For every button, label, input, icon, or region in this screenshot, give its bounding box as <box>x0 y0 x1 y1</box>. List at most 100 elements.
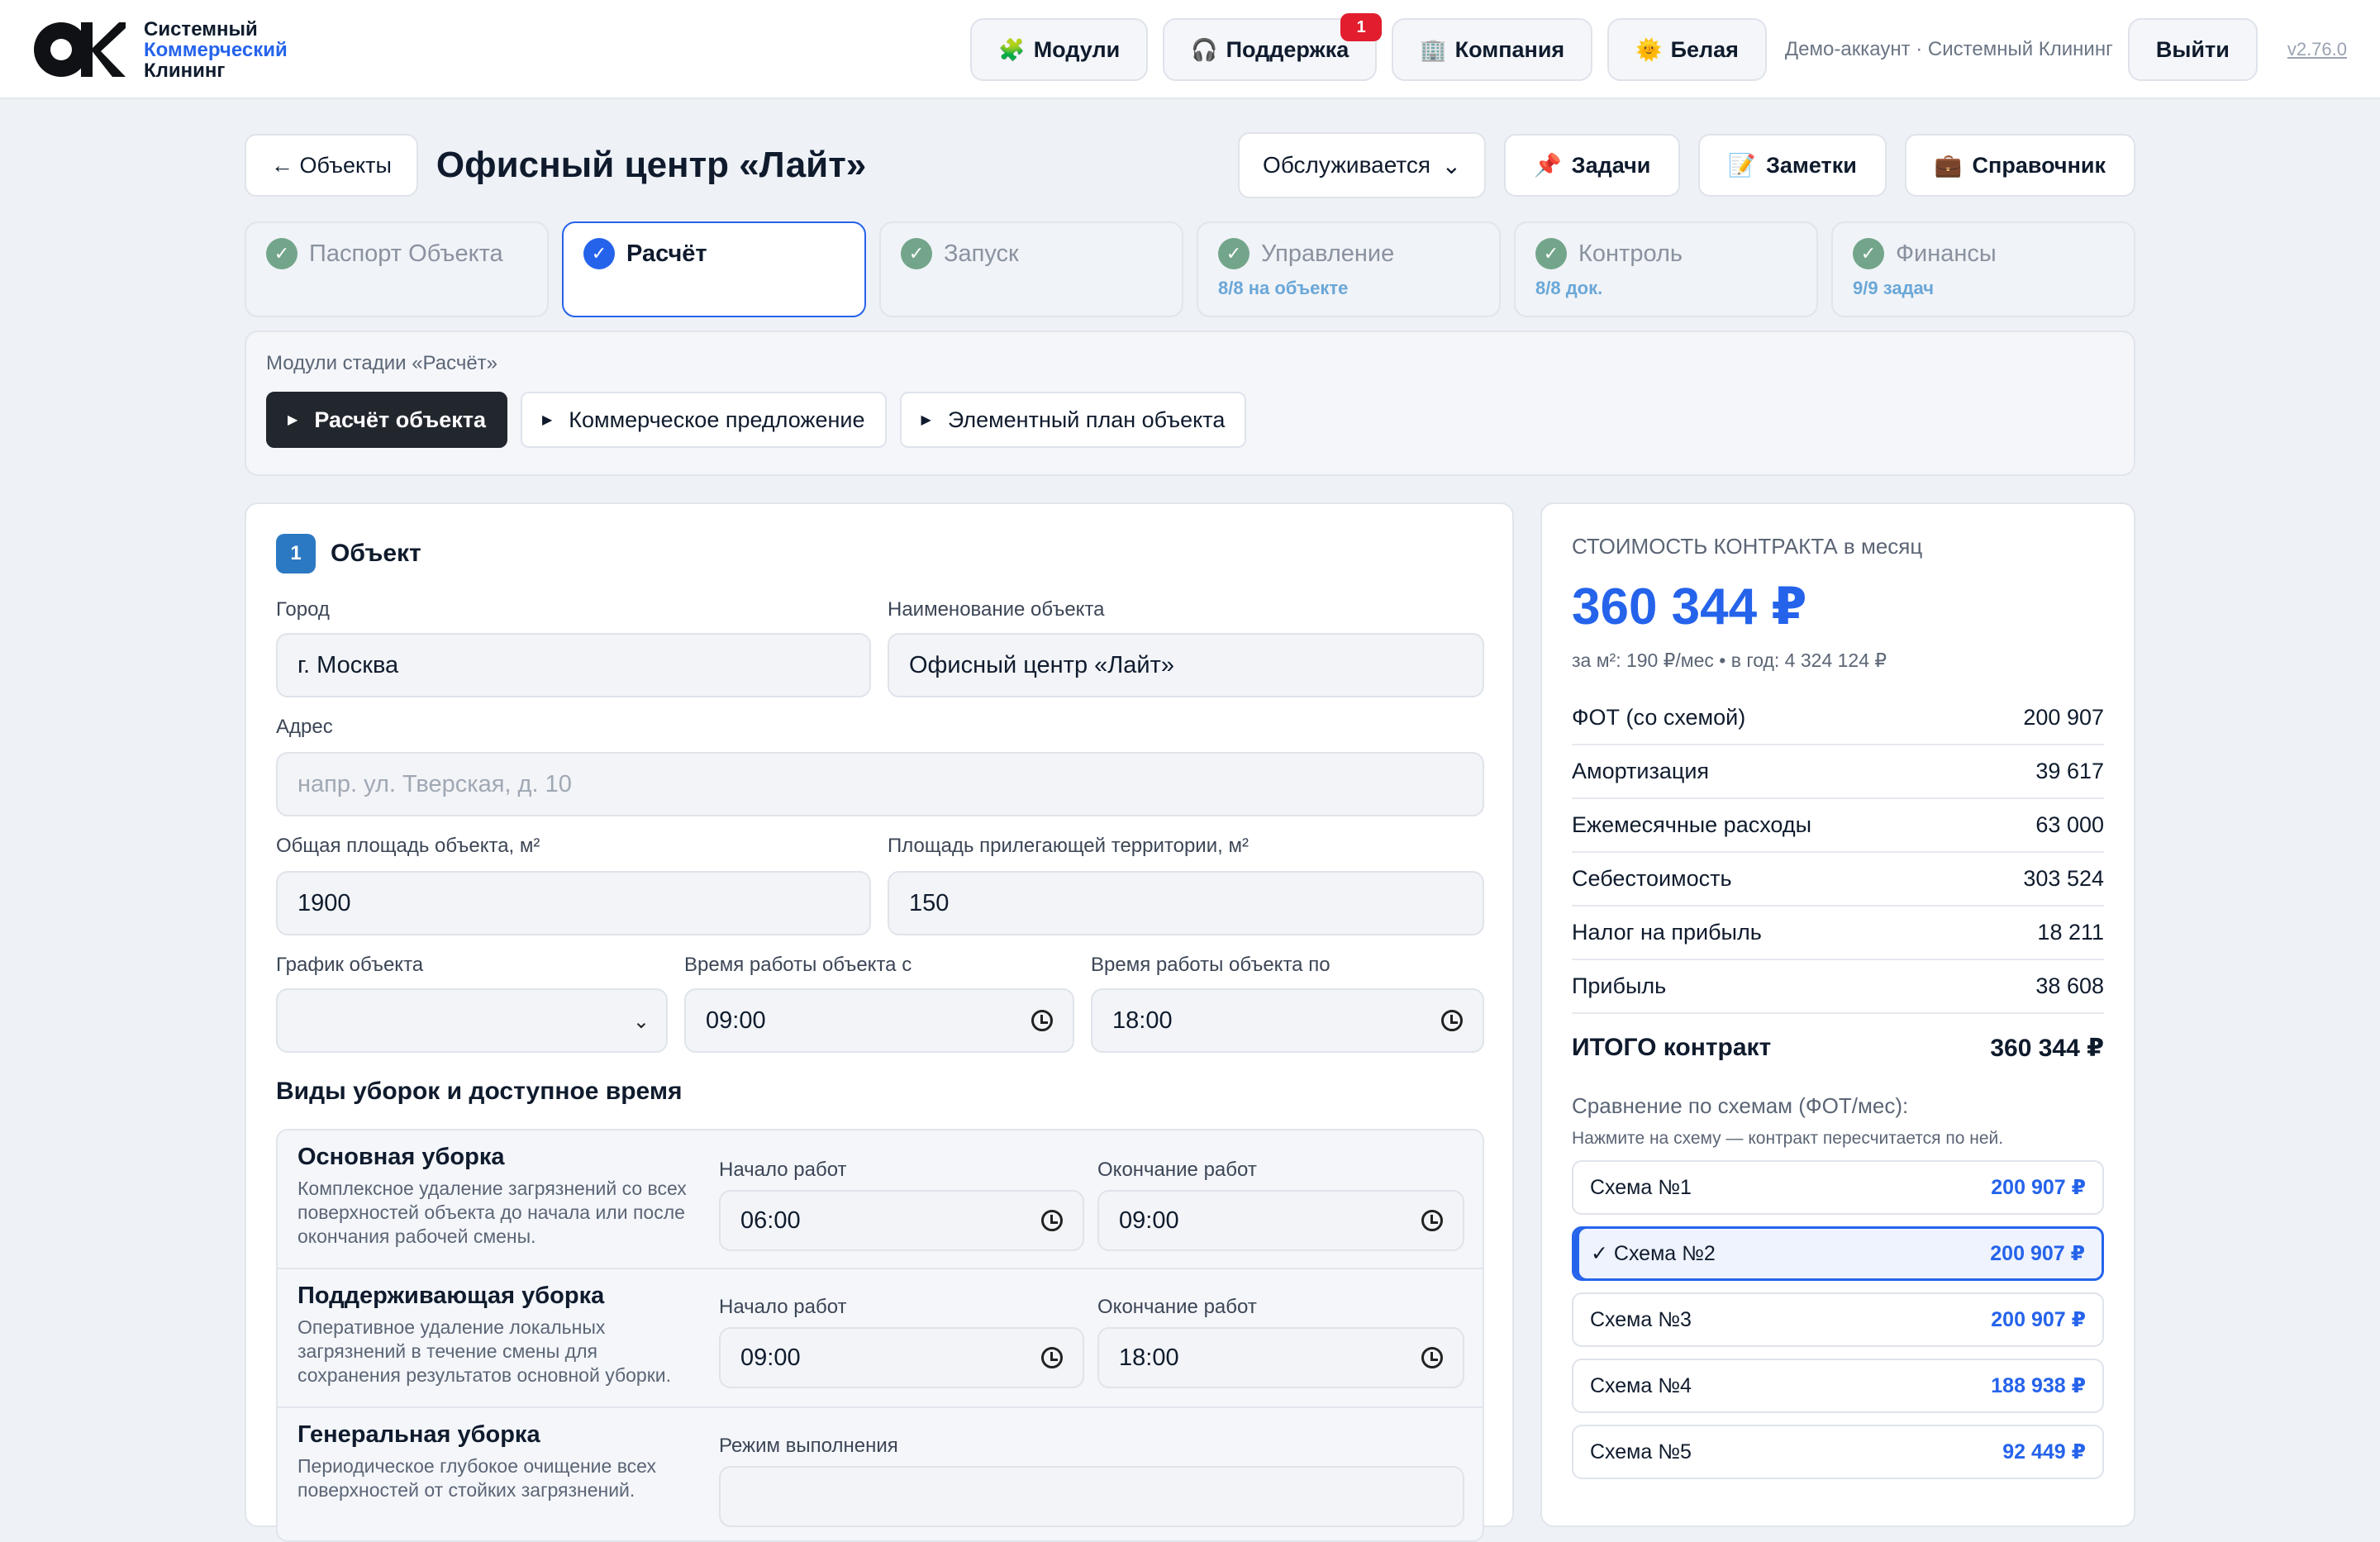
sun-icon: 🌞 <box>1635 36 1663 62</box>
clock-icon[interactable] <box>1041 1347 1063 1368</box>
page-title: Офисный центр «Лайт» <box>436 145 867 185</box>
check-icon: ✓ <box>1853 238 1884 269</box>
work-to-input[interactable]: 18:00 <box>1091 988 1484 1053</box>
mode-label: Режим выполнения <box>719 1435 898 1457</box>
scheme-option[interactable]: Схема №3 200 907 ₽ <box>1572 1292 2104 1347</box>
tasks-button[interactable]: 📌 Задачи <box>1504 134 1681 197</box>
logout-button[interactable]: Выйти <box>2127 18 2258 81</box>
account-name: Демо-аккаунт · Системный Клининг <box>1784 38 2113 60</box>
cost-label: Прибыль <box>1572 973 1667 998</box>
scheme-label: ✓ Схема №2 <box>1591 1242 1716 1265</box>
cleaning-description: Оперативное удаление локальных загрязнен… <box>298 1316 672 1386</box>
tab-management[interactable]: ✓ Управление 8/8 на объекте <box>1197 221 1501 317</box>
tab-calculation[interactable]: ✓ Расчёт <box>562 221 866 317</box>
tab-launch[interactable]: ✓ Запуск <box>879 221 1183 317</box>
start-time-value: 06:00 <box>740 1206 801 1234</box>
scheme-compare-hint: Нажмите на схему — контракт пересчитаетс… <box>1572 1129 2004 1148</box>
module-commercial-offer[interactable]: ▶ Коммерческое предложение <box>520 392 887 448</box>
module-label: Расчёт объекта <box>314 407 486 432</box>
play-icon: ▶ <box>921 413 931 427</box>
work-from-input[interactable]: 09:00 <box>684 988 1074 1053</box>
top-nav: 🧩 Модули 🎧 Поддержка 1 🏢 Компания 🌞 Бела… <box>955 13 2347 81</box>
start-time-input[interactable]: 06:00 <box>719 1190 1084 1251</box>
section-number: 1 <box>276 534 316 573</box>
version-link[interactable]: v2.76.0 <box>2287 39 2347 60</box>
tab-passport[interactable]: ✓ Паспорт Объекта <box>245 221 549 317</box>
clock-icon[interactable] <box>1421 1210 1443 1231</box>
tab-label: Расчёт <box>626 240 707 267</box>
cleaning-row-general: Генеральная уборка Периодическое глубоко… <box>278 1408 1483 1540</box>
section-title: Объект <box>331 540 421 567</box>
section-header: 1 Объект <box>276 534 1483 573</box>
puzzle-icon: 🧩 <box>998 36 1026 62</box>
cost-row: ФОТ (со схемой) 200 907 <box>1572 692 2104 745</box>
brand-line-2: Коммерческий <box>144 38 288 61</box>
scheme-label: Схема №3 <box>1590 1307 1692 1331</box>
company-button-label: Компания <box>1454 36 1565 62</box>
support-button-label: Поддержка <box>1226 36 1349 62</box>
schedule-select[interactable]: ⌄ <box>276 988 668 1053</box>
clock-icon[interactable] <box>1441 1010 1463 1031</box>
territory-input[interactable]: 150 <box>888 871 1484 935</box>
contract-monthly-total: 360 344 ₽ <box>1572 578 1807 635</box>
scheme-list: Схема №1 200 907 ₽ ✓ Схема №2 200 907 ₽ … <box>1572 1160 2104 1479</box>
company-button[interactable]: 🏢 Компания <box>1392 18 1593 81</box>
scheme-value: 200 907 ₽ <box>1990 1242 2085 1265</box>
brand-name: Системный Коммерческий Клининг <box>144 19 288 81</box>
module-object-calculation[interactable]: ▶ Расчёт объекта <box>266 392 507 448</box>
tab-label: Запуск <box>944 240 1019 267</box>
end-time-input[interactable]: 18:00 <box>1097 1327 1464 1388</box>
status-select-value: Обслуживается <box>1263 152 1431 178</box>
back-to-objects-button[interactable]: ← Объекты <box>245 134 418 197</box>
address-input[interactable]: напр. ул. Тверская, д. 10 <box>276 752 1484 816</box>
module-element-plan[interactable]: ▶ Элементный план объекта <box>899 392 1247 448</box>
clock-icon[interactable] <box>1041 1210 1063 1231</box>
tab-label: Паспорт Объекта <box>309 240 503 267</box>
cleaning-description: Периодическое глубокое очищение всех пов… <box>298 1455 656 1501</box>
contract-summary-card: СТОИМОСТЬ КОНТРАКТА в месяц 360 344 ₽ за… <box>1540 502 2135 1527</box>
object-name-input[interactable]: Офисный центр «Лайт» <box>888 633 1484 697</box>
mode-select[interactable] <box>719 1466 1464 1527</box>
reference-button[interactable]: 💼 Справочник <box>1904 134 2135 197</box>
cost-row: Амортизация 39 617 <box>1572 745 2104 799</box>
theme-button[interactable]: 🌞 Белая <box>1607 18 1767 81</box>
area-input[interactable]: 1900 <box>276 871 871 935</box>
support-button[interactable]: 🎧 Поддержка 1 <box>1163 13 1383 81</box>
module-label: Элементный план объекта <box>947 407 1226 432</box>
status-select[interactable]: Обслуживается ⌄ <box>1238 132 1487 198</box>
clock-icon[interactable] <box>1421 1347 1443 1368</box>
reference-button-label: Справочник <box>1972 152 2106 178</box>
logo-icon <box>34 22 126 77</box>
brand-logo[interactable]: Системный Коммерческий Клининг <box>33 19 288 81</box>
start-label: Начало работ <box>719 1159 847 1181</box>
scheme-option[interactable]: Схема №5 92 449 ₽ <box>1572 1425 2104 1479</box>
scheme-option[interactable]: Схема №1 200 907 ₽ <box>1572 1160 2104 1215</box>
check-icon: ✓ <box>1218 238 1250 269</box>
chevron-down-icon: ⌄ <box>1441 152 1462 178</box>
territory-label: Площадь прилегающей территории, м² <box>888 835 1249 857</box>
cost-row: Налог на прибыль 18 211 <box>1572 907 2104 960</box>
tab-control[interactable]: ✓ Контроль 8/8 док. <box>1514 221 1818 317</box>
city-input[interactable]: г. Москва <box>276 633 871 697</box>
clock-icon[interactable] <box>1031 1010 1053 1031</box>
chevron-down-icon: ⌄ <box>632 1011 650 1033</box>
start-label: Начало работ <box>719 1296 847 1318</box>
tab-progress: 9/9 задач <box>1853 278 1935 298</box>
scheme-option[interactable]: Схема №4 188 938 ₽ <box>1572 1359 2104 1413</box>
notes-button[interactable]: 📝 Заметки <box>1698 134 1887 197</box>
scheme-option-selected[interactable]: ✓ Схема №2 200 907 ₽ <box>1572 1226 2104 1281</box>
cost-value: 63 000 <box>2035 812 2104 837</box>
scheme-value: 92 449 ₽ <box>2002 1440 2086 1463</box>
support-badge: 1 <box>1340 13 1383 41</box>
cost-row: Прибыль 38 608 <box>1572 960 2104 1014</box>
work-from-label: Время работы объекта с <box>684 954 912 976</box>
check-icon: ✓ <box>583 238 615 269</box>
cleaning-name: Поддерживающая уборка <box>298 1283 605 1309</box>
end-time-input[interactable]: 09:00 <box>1097 1190 1464 1251</box>
modules-button[interactable]: 🧩 Модули <box>970 18 1149 81</box>
cost-label: Налог на прибыль <box>1572 920 1762 945</box>
end-label: Окончание работ <box>1097 1296 1257 1318</box>
contract-total-row: ИТОГО контракт 360 344 ₽ <box>1572 1014 2104 1082</box>
tab-finance[interactable]: ✓ Финансы 9/9 задач <box>1831 221 2135 317</box>
start-time-input[interactable]: 09:00 <box>719 1327 1084 1388</box>
